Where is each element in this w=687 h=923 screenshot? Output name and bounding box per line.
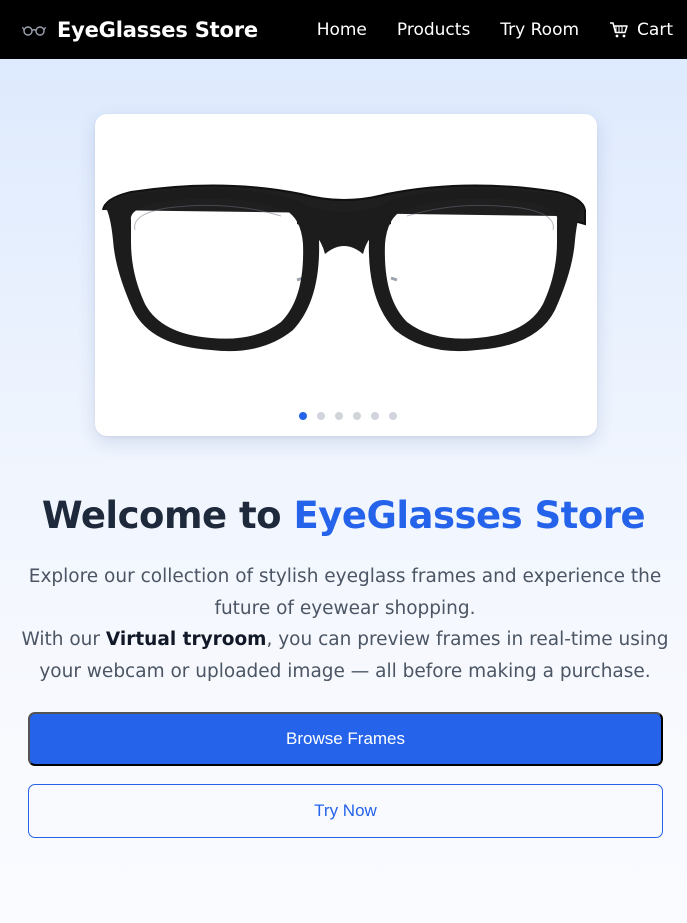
browse-frames-button[interactable]: Browse Frames <box>28 712 663 766</box>
carousel-dot[interactable] <box>299 412 307 420</box>
hero-title: Welcome to EyeGlasses Store <box>0 494 687 537</box>
carousel-dot[interactable] <box>389 412 397 420</box>
nav-link-home[interactable]: Home <box>317 20 367 40</box>
eyeglasses-icon <box>22 23 48 37</box>
hero-title-prefix: Welcome to <box>41 494 294 537</box>
cart-label: Cart <box>637 19 673 40</box>
nav-link-try-room[interactable]: Try Room <box>500 20 579 40</box>
eyeglasses-image <box>102 184 586 352</box>
carousel-dot[interactable] <box>353 412 361 420</box>
try-now-button[interactable]: Try Now <box>28 784 663 838</box>
carousel-dot[interactable] <box>335 412 343 420</box>
nav-link-cart[interactable]: Cart <box>609 20 673 40</box>
nav-link-products[interactable]: Products <box>397 20 470 40</box>
navbar: EyeGlasses Store Home Products Try Room … <box>0 0 687 59</box>
hero-title-accent: EyeGlasses Store <box>293 494 646 537</box>
hero-description-line1: Explore our collection of stylish eyegla… <box>28 566 662 619</box>
brand[interactable]: EyeGlasses Store <box>22 18 258 42</box>
carousel-dot[interactable] <box>317 412 325 420</box>
nav-links: Home Products Try Room Cart <box>317 20 673 40</box>
cart-icon <box>609 21 629 39</box>
carousel-dots <box>95 412 597 420</box>
product-carousel[interactable] <box>95 114 597 436</box>
virtual-tryroom-highlight: Virtual tryroom <box>105 629 267 650</box>
hero-description-line2: With our Virtual tryroom, you can previe… <box>20 624 670 687</box>
carousel-dot[interactable] <box>371 412 379 420</box>
brand-name: EyeGlasses Store <box>57 17 258 42</box>
hero-description: Explore our collection of stylish eyegla… <box>20 561 670 687</box>
description-text: With our <box>21 629 106 650</box>
